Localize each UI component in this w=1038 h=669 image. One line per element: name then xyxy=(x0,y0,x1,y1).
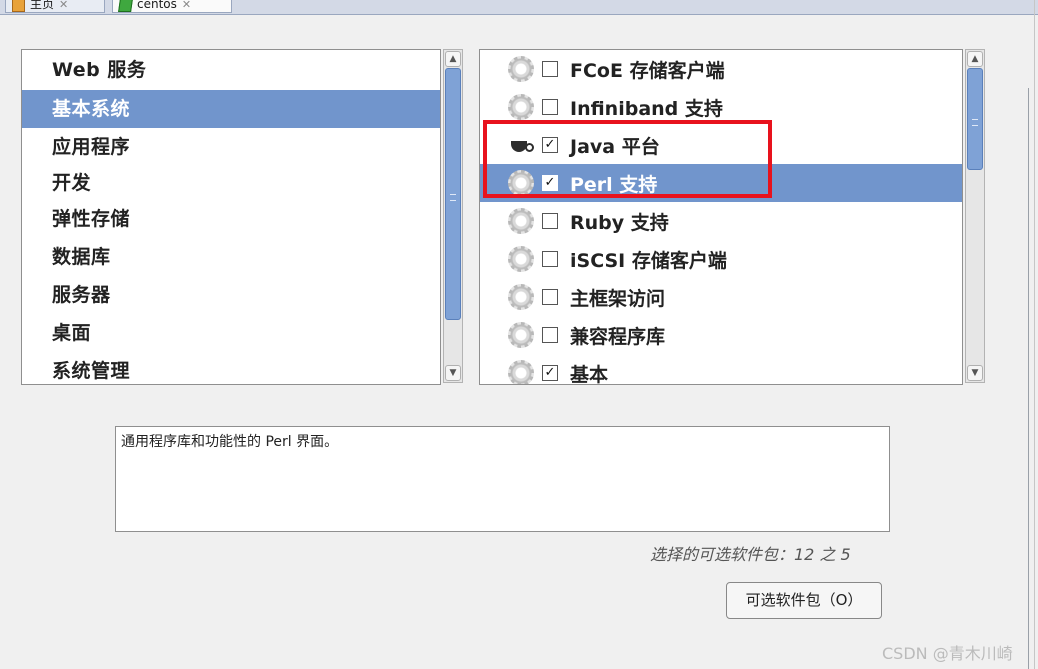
scroll-thumb[interactable] xyxy=(445,68,461,320)
scroll-thumb[interactable] xyxy=(967,68,983,170)
gear-icon xyxy=(508,360,534,384)
package-checkbox[interactable] xyxy=(542,99,558,115)
group-item-system-management[interactable]: 系统管理 xyxy=(22,352,440,384)
group-item-databases[interactable]: 数据库 xyxy=(22,238,440,276)
package-label: FCoE 存储客户端 xyxy=(570,59,725,82)
highlight-box xyxy=(483,120,772,198)
package-label: Ruby 支持 xyxy=(570,211,669,234)
scroll-up-button[interactable]: ▲ xyxy=(445,51,461,67)
home-icon xyxy=(12,0,25,12)
vm-icon xyxy=(118,0,133,12)
close-icon[interactable]: ✕ xyxy=(182,0,191,12)
group-list[interactable]: Web 服务 基本系统 应用程序 开发 弹性存储 数据库 服务器 桌面 系统管理 xyxy=(21,49,441,385)
gear-icon xyxy=(508,322,534,348)
package-checkbox[interactable] xyxy=(542,327,558,343)
package-item[interactable]: ✓ 基本 xyxy=(480,354,962,385)
gear-icon xyxy=(508,246,534,272)
group-list-scrollbar[interactable]: ▲ ▼ xyxy=(443,49,463,383)
package-label: 兼容程序库 xyxy=(570,325,666,348)
group-item-servers[interactable]: 服务器 xyxy=(22,276,440,314)
close-icon[interactable]: ✕ xyxy=(59,0,68,12)
package-item[interactable]: Ruby 支持 xyxy=(480,202,962,240)
panel-edge xyxy=(1028,88,1029,669)
package-checkbox[interactable] xyxy=(542,213,558,229)
package-list-scrollbar[interactable]: ▲ ▼ xyxy=(965,49,985,383)
group-item-base-system[interactable]: 基本系统 xyxy=(22,90,440,128)
scroll-down-button[interactable]: ▼ xyxy=(967,365,983,381)
package-checkbox[interactable] xyxy=(542,289,558,305)
tab-label: centos xyxy=(137,0,177,11)
tab-label: 主页 xyxy=(30,0,55,11)
group-item-development[interactable]: 开发 xyxy=(22,166,440,200)
watermark: CSDN @青木川崎 xyxy=(882,644,1013,663)
tab-home[interactable]: 主页 ✕ xyxy=(5,0,105,13)
gear-icon xyxy=(508,94,534,120)
optional-package-count: 选择的可选软件包：12 之 5 xyxy=(650,545,851,564)
scroll-up-button[interactable]: ▲ xyxy=(967,51,983,67)
group-item-resilient-storage[interactable]: 弹性存储 xyxy=(22,200,440,238)
package-item[interactable]: 兼容程序库 xyxy=(480,316,962,354)
group-item-desktop[interactable]: 桌面 xyxy=(22,314,440,352)
scroll-down-button[interactable]: ▼ xyxy=(445,365,461,381)
gear-icon xyxy=(508,208,534,234)
group-item-web-services[interactable]: Web 服务 xyxy=(22,50,440,90)
package-checkbox[interactable]: ✓ xyxy=(542,365,558,381)
package-item[interactable]: 主框架访问 xyxy=(480,278,962,316)
window-edge xyxy=(1034,0,1035,669)
optional-packages-button[interactable]: 可选软件包（O） xyxy=(726,582,882,619)
tab-strip: 主页 ✕ centos ✕ xyxy=(0,0,1038,15)
package-item[interactable]: iSCSI 存储客户端 xyxy=(480,240,962,278)
package-list[interactable]: FCoE 存储客户端 Infiniband 支持 ✓ Java 平台 ✓ Per… xyxy=(479,49,963,385)
package-label: Infiniband 支持 xyxy=(570,97,723,120)
package-label: iSCSI 存储客户端 xyxy=(570,249,727,272)
package-item[interactable]: FCoE 存储客户端 xyxy=(480,50,962,88)
group-item-applications[interactable]: 应用程序 xyxy=(22,128,440,166)
package-checkbox[interactable] xyxy=(542,61,558,77)
tab-centos[interactable]: centos ✕ xyxy=(112,0,232,13)
package-label: 主框架访问 xyxy=(570,287,666,310)
package-label: 基本 xyxy=(570,363,609,385)
gear-icon xyxy=(508,56,534,82)
package-checkbox[interactable] xyxy=(542,251,558,267)
gear-icon xyxy=(508,284,534,310)
package-description: 通用程序库和功能性的 Perl 界面。 xyxy=(115,426,890,532)
